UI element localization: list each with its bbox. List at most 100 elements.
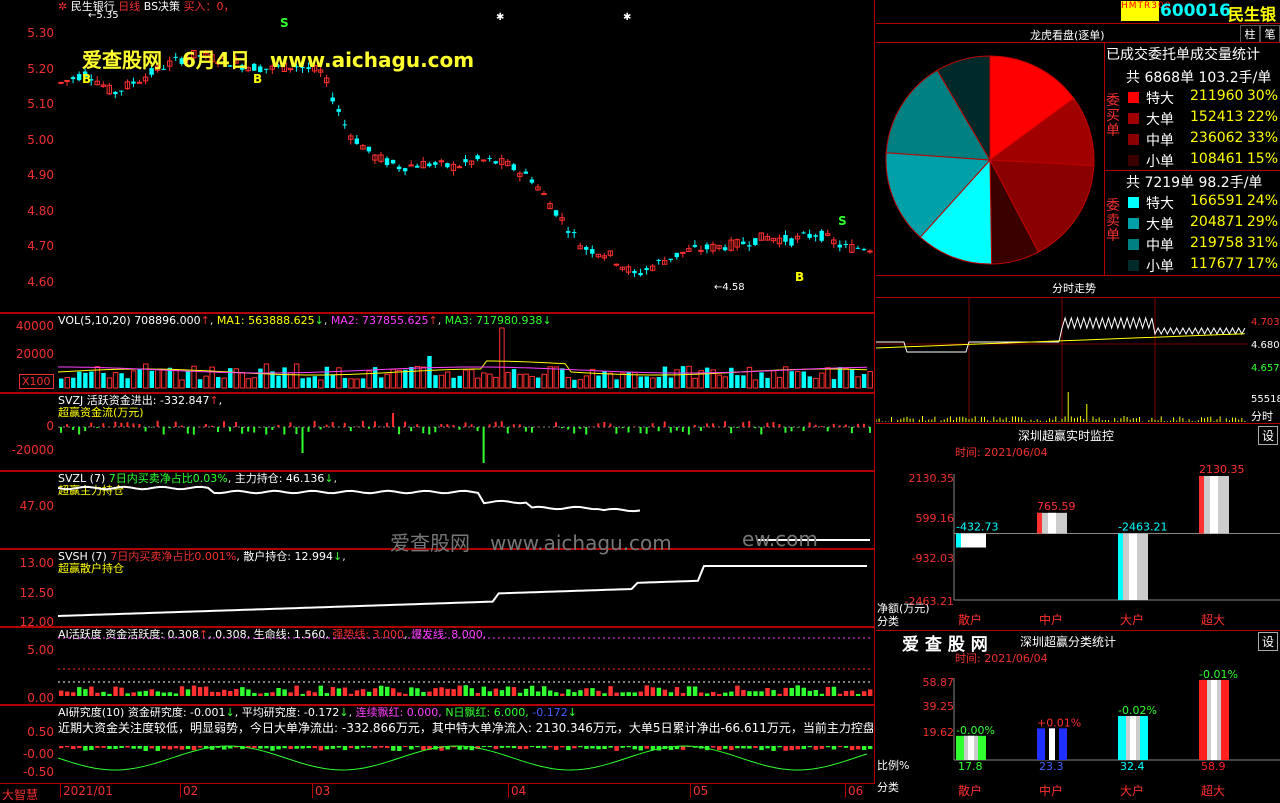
research-bar (717, 746, 722, 751)
research-bar (252, 746, 257, 749)
volume-bar (692, 377, 698, 389)
candle (747, 245, 752, 247)
activity-bar (403, 693, 408, 696)
research-bar (77, 746, 82, 749)
volume-bar (112, 372, 119, 389)
row-value: 117677 (1190, 256, 1244, 272)
activity-bar (487, 691, 493, 696)
volume-bar (849, 368, 855, 388)
candle (456, 166, 463, 169)
research-bar (777, 746, 782, 748)
activity-bar (566, 689, 571, 696)
net-bar-edge (1118, 533, 1123, 600)
research-bar (318, 746, 324, 751)
volume-bar (475, 377, 481, 389)
order-pie-chart[interactable] (882, 52, 1098, 268)
hmtr-badge[interactable]: HMTR300 (1121, 1, 1170, 21)
activity-bar (554, 692, 559, 696)
research-bar (372, 746, 378, 749)
candle (855, 247, 861, 249)
research-bar (312, 746, 317, 749)
activity-bar (288, 692, 293, 696)
volume-bar (209, 366, 215, 389)
volume-bar (662, 366, 668, 388)
ratio-change: -0.02% (1118, 704, 1157, 717)
volume-bar (282, 367, 287, 388)
candle (390, 159, 396, 164)
price-axis-label: 5.00 (27, 132, 54, 147)
volume-bar (650, 377, 656, 389)
research-bar (626, 746, 631, 748)
activity-bar (391, 688, 396, 696)
volume-bar (741, 375, 746, 388)
row-value: 236062 (1190, 130, 1244, 146)
net-bar-value: -432.73 (956, 521, 998, 534)
volume-bar (776, 376, 783, 389)
watermark-center-tail: ew.com (742, 527, 818, 551)
lhb-subtitle: 已成交委托单成交量统计 (1106, 47, 1260, 63)
research-bar (789, 746, 794, 751)
candle (807, 233, 812, 238)
research-bar (765, 746, 770, 749)
svsh-axis-0: 13.00 (19, 556, 54, 570)
activity-bar (548, 690, 553, 696)
candle (445, 163, 450, 168)
research-bar (378, 746, 384, 748)
candle (354, 138, 360, 144)
activity-bar (101, 691, 106, 696)
volume-bar (77, 371, 82, 388)
retail-holding-line (58, 565, 867, 617)
activity-bar (113, 686, 118, 696)
activity-bar (650, 687, 656, 696)
research-bar (113, 746, 118, 750)
activity-bar (149, 689, 154, 696)
activity-bar (517, 692, 523, 696)
svzj-axis-0: 0 (46, 419, 54, 433)
volume-bar (807, 376, 813, 388)
toggle-bi-button[interactable]: 笔 (1260, 25, 1280, 43)
activity-bar (837, 693, 843, 696)
legend-swatch (1128, 197, 1139, 208)
lhb-title: 龙虎看盘(逐单) (1030, 29, 1105, 42)
candle (119, 90, 124, 92)
volume-bar (384, 373, 390, 389)
volume-bar (239, 372, 246, 389)
activity-bar (638, 691, 643, 696)
net-bar-edge (1037, 512, 1042, 534)
activity-bar (209, 691, 215, 696)
ratio-chart[interactable]: -0.00% 17.8 散户 +0.01% 23.3 中户 -0.02% 32.4 大户 -0.0… (876, 664, 1280, 800)
activity-bar (843, 691, 849, 696)
volume-bar (191, 365, 197, 389)
activity-bar (354, 690, 360, 696)
volume-bar (487, 373, 493, 389)
activity-bar (191, 685, 197, 696)
monitor-settings-button[interactable]: 设 (1258, 426, 1278, 445)
research-bar (167, 746, 173, 750)
volume-bar (867, 370, 873, 389)
category-label: 散户 (958, 612, 982, 627)
candle (843, 243, 849, 245)
date-label: 06 (845, 784, 863, 798)
volume-bar (499, 327, 505, 389)
volume-bar (312, 376, 317, 388)
legend-swatch (1128, 134, 1139, 145)
star-icon: ✱ (496, 12, 504, 23)
intraday-chart[interactable] (876, 298, 1248, 422)
category-label: 中户 (1039, 612, 1063, 627)
activity-bar (397, 692, 402, 696)
toggle-zhu-button[interactable]: 柱 (1240, 25, 1260, 43)
volume-bar (607, 372, 614, 389)
research-note: 近期大资金关注度较低，明显弱势，今日大单净流出: -332.866万元，其中特大… (58, 722, 873, 735)
activity-bar (89, 686, 94, 696)
volume-bar (185, 371, 191, 388)
activity-bar (270, 692, 275, 696)
volume-bar (179, 379, 185, 389)
activity-bar (523, 688, 529, 696)
research-bar (548, 746, 553, 748)
activity-bar (119, 687, 124, 696)
candle (541, 193, 547, 196)
activity-bar (499, 690, 505, 696)
volume-bar (517, 373, 523, 389)
classify-settings-button[interactable]: 设 (1258, 632, 1278, 651)
net-amount-chart[interactable]: -432.73 散户 765.59 中户 -2463.21 大户 2130.35 超大 (876, 458, 1280, 628)
